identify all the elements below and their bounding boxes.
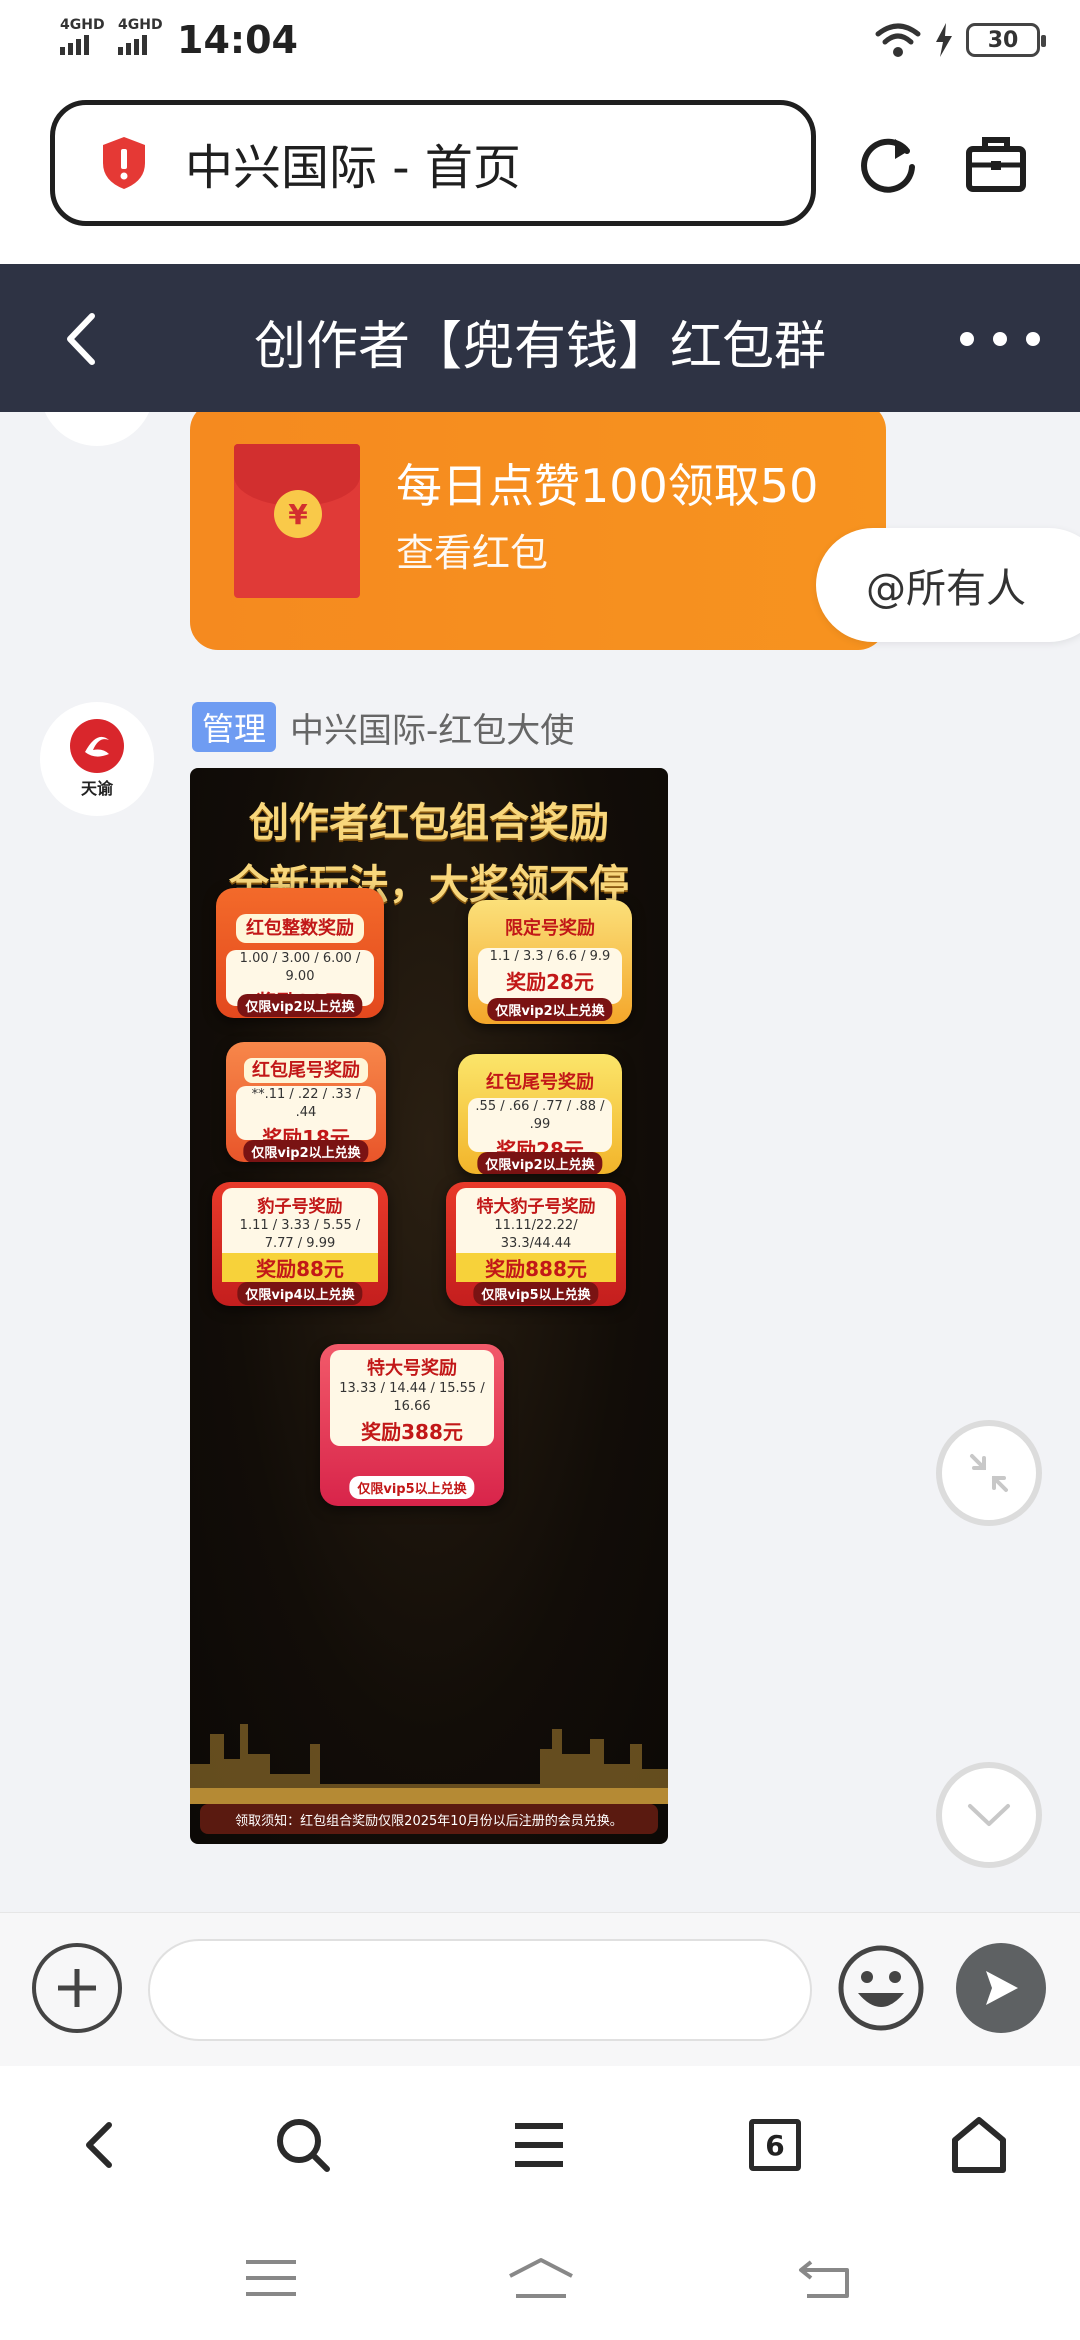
sender-info: 管理 中兴国际-红包大使 <box>192 702 574 752</box>
reward-card: 红包尾号奖励 **.11 / .22 / .33 / .44 奖励18元 仅限v… <box>226 1042 386 1162</box>
plus-icon <box>58 1969 96 2007</box>
reward-card: 红包整数奖励 1.00 / 3.00 / 6.00 / 9.00 奖励28元 仅… <box>216 888 384 1018</box>
brand-logo-icon <box>70 719 124 773</box>
charging-icon <box>936 23 952 57</box>
sender-avatar[interactable]: 天谕 <box>40 702 154 816</box>
network-indicator-1: 4GHD <box>60 18 105 55</box>
message-list[interactable]: 天谕 ¥ 每日点赞100领取50 查看红包 @所有人 天谕 管理 中兴国际-红包… <box>0 412 1080 1912</box>
wifi-icon <box>875 23 921 57</box>
admin-badge: 管理 <box>192 702 277 752</box>
chevron-left-icon <box>86 2122 112 2168</box>
tabs-button[interactable]: 6 <box>740 2110 810 2180</box>
system-back-button[interactable] <box>790 2248 860 2308</box>
reward-card: 红包尾号奖励 .55 / .66 / .77 / .88 / .99 奖励28元… <box>458 1054 622 1174</box>
chevron-down-icon <box>968 1804 1010 1826</box>
mention-all-button[interactable]: @所有人 <box>816 528 1080 642</box>
search-button[interactable] <box>268 2110 338 2180</box>
reward-card: 特大号奖励 13.33 / 14.44 / 15.55 / 16.66 奖励38… <box>320 1344 504 1506</box>
poster-note: 领取须知：红包组合奖励仅限2025年10月份以后注册的会员兑换。 <box>200 1804 658 1834</box>
recent-apps-icon <box>246 2260 296 2296</box>
status-bar: 4GHD 4GHD 14:04 30 <box>0 0 1080 84</box>
send-button[interactable] <box>956 1943 1046 2033</box>
collapse-button[interactable] <box>936 1420 1042 1526</box>
add-attachment-button[interactable] <box>32 1943 122 2033</box>
reward-card: 豹子号奖励 1.11 / 3.33 / 5.55 / 7.77 / 9.99 奖… <box>212 1182 388 1306</box>
browser-back-button[interactable] <box>64 2110 134 2180</box>
poster-headline-1: 创作者红包组合奖励 <box>249 800 609 846</box>
browser-toolbar: 中兴国际 - 首页 <box>0 84 1080 264</box>
home-button[interactable] <box>944 2110 1014 2180</box>
briefcase-icon <box>966 137 1026 192</box>
network-indicator-2: 4GHD <box>118 18 163 55</box>
coin-icon: ¥ <box>274 490 322 538</box>
scroll-to-bottom-button[interactable] <box>936 1762 1042 1868</box>
battery-indicator: 30 <box>966 23 1046 57</box>
chat-header: 创作者【兜有钱】红包群 <box>0 264 1080 412</box>
red-packet-title: 每日点赞100领取50 <box>396 459 819 513</box>
shield-alert-icon <box>103 137 145 189</box>
red-envelope-icon: ¥ <box>234 444 360 598</box>
back-arrow-icon <box>799 2260 849 2298</box>
send-icon <box>986 1971 1018 2005</box>
reward-poster-image[interactable]: 创作者红包组合奖励 全新玩法，大奖领不停 红包整数奖励 1.00 / 3.00 … <box>190 768 668 1844</box>
city-skyline-decoration <box>190 1724 668 1804</box>
reload-icon <box>861 138 915 193</box>
sender-name: 中兴国际-红包大使 <box>290 710 575 751</box>
emoji-icon[interactable] <box>836 1943 926 2033</box>
reward-card: 限定号奖励 1.1 / 3.3 / 6.6 / 9.9 奖励28元 仅限vip2… <box>468 900 632 1024</box>
message-input[interactable] <box>148 1939 812 2041</box>
avatar-name: 天谕 <box>80 779 113 798</box>
home-icon <box>952 2117 1006 2173</box>
clock: 14:04 <box>177 18 298 62</box>
collapse-icon <box>970 1454 1008 1492</box>
avatar[interactable]: 天谕 <box>40 412 154 446</box>
menu-button[interactable] <box>504 2110 574 2180</box>
home-outline-icon <box>509 2258 573 2298</box>
reward-card: 特大豹子号奖励 11.11/22.22/ 33.3/44.44 奖励888元 仅… <box>446 1182 626 1306</box>
menu-icon <box>515 2123 563 2167</box>
address-bar[interactable]: 中兴国际 - 首页 <box>50 100 816 226</box>
message-input-bar <box>0 1912 1080 2066</box>
more-options-button[interactable] <box>960 314 1040 364</box>
search-icon <box>277 2119 330 2172</box>
tab-count: 6 <box>749 2119 801 2171</box>
toolbox-button[interactable] <box>956 124 1036 204</box>
signal-icon <box>60 35 105 55</box>
browser-navigation-bar: 6 <box>0 2066 1080 2218</box>
red-packet-message[interactable]: ¥ 每日点赞100领取50 查看红包 <box>190 412 886 650</box>
recent-apps-button[interactable] <box>236 2248 306 2308</box>
address-text: 中兴国际 - 首页 <box>185 140 521 196</box>
system-home-button[interactable] <box>506 2248 576 2308</box>
system-navigation-bar <box>0 2218 1080 2340</box>
red-packet-subtitle: 查看红包 <box>396 531 549 575</box>
reload-button[interactable] <box>848 124 928 204</box>
chat-title: 创作者【兜有钱】红包群 <box>253 317 826 377</box>
signal-icon <box>118 35 163 55</box>
